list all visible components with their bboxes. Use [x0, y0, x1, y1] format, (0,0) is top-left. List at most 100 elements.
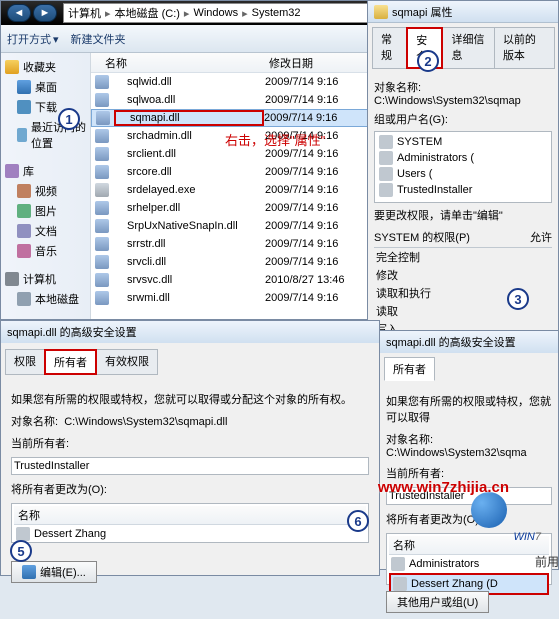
- column-name[interactable]: 名称: [91, 55, 269, 71]
- breadcrumb-segment[interactable]: 本地磁盘 (C:): [115, 5, 180, 21]
- perm-label: SYSTEM 的权限(P): [374, 229, 470, 245]
- group-icon: [391, 557, 405, 571]
- breadcrumb-segment[interactable]: System32: [252, 7, 301, 19]
- annotation-badge-3: 3: [507, 288, 529, 310]
- annotation-badge-1: 1: [58, 108, 80, 130]
- file-row[interactable]: srcore.dll2009/7/14 9:16: [91, 163, 379, 181]
- sidebar-desktop[interactable]: 桌面: [3, 77, 88, 97]
- file-row[interactable]: SrpUxNativeSnapIn.dll2009/7/14 9:16: [91, 217, 379, 235]
- file-row[interactable]: srrstr.dll2009/7/14 9:16: [91, 235, 379, 253]
- file-date: 2009/7/14 9:16: [265, 148, 375, 160]
- file-icon: [374, 5, 388, 19]
- sidebar-local[interactable]: 本地磁盘: [3, 289, 88, 309]
- tab-permissions[interactable]: 权限: [5, 349, 45, 375]
- watermark-logo: WIN7: [513, 523, 541, 546]
- back-button[interactable]: ◄: [7, 4, 31, 22]
- adv1-title: sqmapi.dll 的高级安全设置: [1, 321, 379, 343]
- file-name: sqlwid.dll: [113, 76, 265, 88]
- tab-general[interactable]: 常规: [372, 27, 407, 69]
- file-list: 名称 修改日期 sqlwid.dll2009/7/14 9:16sqlwoa.d…: [91, 53, 379, 319]
- watermark-url: www.win7zhijia.cn: [378, 479, 509, 496]
- edit-button[interactable]: 编辑(E)...: [11, 561, 97, 583]
- tab-owner[interactable]: 所有者: [44, 349, 97, 375]
- user-list[interactable]: SYSTEM Administrators ( Users ( TrustedI…: [374, 131, 552, 203]
- sidebar-favorites[interactable]: 收藏夹: [3, 57, 88, 77]
- properties-dialog: sqmapi 属性 常规 安全 详细信息 以前的版本 对象名称: C:\Wind…: [367, 0, 559, 340]
- file-row[interactable]: srwmi.dll2009/7/14 9:16: [91, 289, 379, 307]
- tab-owner[interactable]: 所有者: [384, 357, 435, 381]
- dll-icon: [96, 111, 110, 125]
- file-name: srdelayed.exe: [113, 184, 265, 196]
- file-row[interactable]: srvsvc.dll2010/8/27 13:46: [91, 271, 379, 289]
- dll-icon: [95, 75, 109, 89]
- user-icon: [379, 135, 393, 149]
- dll-icon: [95, 291, 109, 305]
- tab-effective[interactable]: 有效权限: [96, 349, 158, 375]
- sidebar-library[interactable]: 库: [3, 161, 88, 181]
- dll-icon: [95, 219, 109, 233]
- dll-icon: [95, 255, 109, 269]
- explorer-window: ◄ ► 计算机▸ 本地磁盘 (C:)▸ Windows▸ System32 打开…: [0, 0, 380, 320]
- organize-menu[interactable]: 打开方式▾: [7, 31, 59, 47]
- windows-orb-icon: [471, 492, 507, 528]
- change-perm-hint: 要更改权限，请单击"编辑": [374, 207, 552, 223]
- user-icon: [379, 167, 393, 181]
- file-date: 2009/7/14 9:16: [265, 220, 375, 232]
- object-name-value: C:\Windows\System32\sqmapi.dll: [64, 416, 227, 428]
- file-name: sqmapi.dll: [114, 110, 264, 126]
- file-row[interactable]: srdelayed.exe2009/7/14 9:16: [91, 181, 379, 199]
- user-icon: [393, 577, 407, 591]
- file-row[interactable]: srvcli.dll2009/7/14 9:16: [91, 253, 379, 271]
- user-icon: [379, 151, 393, 165]
- file-name: srclient.dll: [113, 148, 265, 160]
- object-name-label: 对象名称:: [374, 82, 421, 94]
- sidebar-documents[interactable]: 文档: [3, 221, 88, 241]
- file-name: srvsvc.dll: [113, 274, 265, 286]
- file-name: srcore.dll: [113, 166, 265, 178]
- owner-choice-list[interactable]: 名称 Dessert Zhang: [11, 503, 369, 543]
- dll-icon: [95, 129, 109, 143]
- newfolder-button[interactable]: 新建文件夹: [71, 31, 126, 47]
- file-row[interactable]: sqlwid.dll2009/7/14 9:16: [91, 73, 379, 91]
- tab-details[interactable]: 详细信息: [442, 27, 494, 69]
- sidebar-music[interactable]: 音乐: [3, 241, 88, 261]
- file-row[interactable]: srhelper.dll2009/7/14 9:16: [91, 199, 379, 217]
- group-users-label: 组或用户名(G):: [374, 111, 552, 127]
- owner-hint: 如果您有所需的权限或特权，您就可以取得: [386, 393, 552, 425]
- owner-hint: 如果您有所需的权限或特权，您就可以取得或分配这个对象的所有权。: [11, 391, 369, 407]
- owner-admins-row[interactable]: Administrators: [389, 555, 549, 573]
- file-date: 2009/7/14 9:16: [265, 94, 375, 106]
- owner-choice-row[interactable]: Dessert Zhang: [14, 525, 366, 543]
- tab-previous[interactable]: 以前的版本: [494, 27, 555, 69]
- file-name: srhelper.dll: [113, 202, 265, 214]
- current-owner-label: 当前所有者:: [11, 435, 369, 451]
- file-list-header[interactable]: 名称 修改日期: [91, 53, 379, 73]
- file-date: 2009/7/14 9:16: [265, 238, 375, 250]
- file-date: 2010/8/27 13:46: [265, 274, 375, 286]
- object-name-value: C:\Windows\System32\sqmap: [374, 95, 521, 107]
- sidebar-videos[interactable]: 视频: [3, 181, 88, 201]
- other-users-button[interactable]: 其他用户或组(U): [386, 591, 489, 613]
- forward-button[interactable]: ►: [33, 4, 57, 22]
- file-row[interactable]: sqmapi.dll2009/7/14 9:16: [91, 109, 379, 127]
- file-date: 2009/7/14 9:16: [265, 256, 375, 268]
- dll-icon: [95, 93, 109, 107]
- file-date: 2009/7/14 9:16: [265, 184, 375, 196]
- sidebar-pictures[interactable]: 图片: [3, 201, 88, 221]
- properties-title: sqmapi 属性: [368, 1, 558, 23]
- callout-text: 右击，选择"属性": [225, 130, 325, 149]
- perm-row: 修改: [374, 266, 552, 284]
- address-bar[interactable]: 计算机▸ 本地磁盘 (C:)▸ Windows▸ System32: [63, 3, 373, 23]
- user-icon: [16, 527, 30, 541]
- advanced-security-dialog-1: sqmapi.dll 的高级安全设置 权限 所有者 有效权限 如果您有所需的权限…: [0, 320, 380, 576]
- adv2-title: sqmapi.dll 的高级安全设置: [380, 331, 558, 353]
- breadcrumb-segment[interactable]: 计算机: [68, 5, 101, 21]
- breadcrumb-segment[interactable]: Windows: [193, 7, 238, 19]
- sidebar-computer[interactable]: 计算机: [3, 269, 88, 289]
- file-date: 2009/7/14 9:16: [265, 166, 375, 178]
- file-row[interactable]: sqlwoa.dll2009/7/14 9:16: [91, 91, 379, 109]
- explorer-sidebar: 收藏夹 桌面 下载 最近访问的位置 库 视频 图片 文档 音乐 计算机 本地磁盘: [1, 53, 91, 319]
- column-date[interactable]: 修改日期: [269, 55, 379, 71]
- allow-label: 允许: [530, 229, 552, 245]
- shield-icon: [22, 565, 36, 579]
